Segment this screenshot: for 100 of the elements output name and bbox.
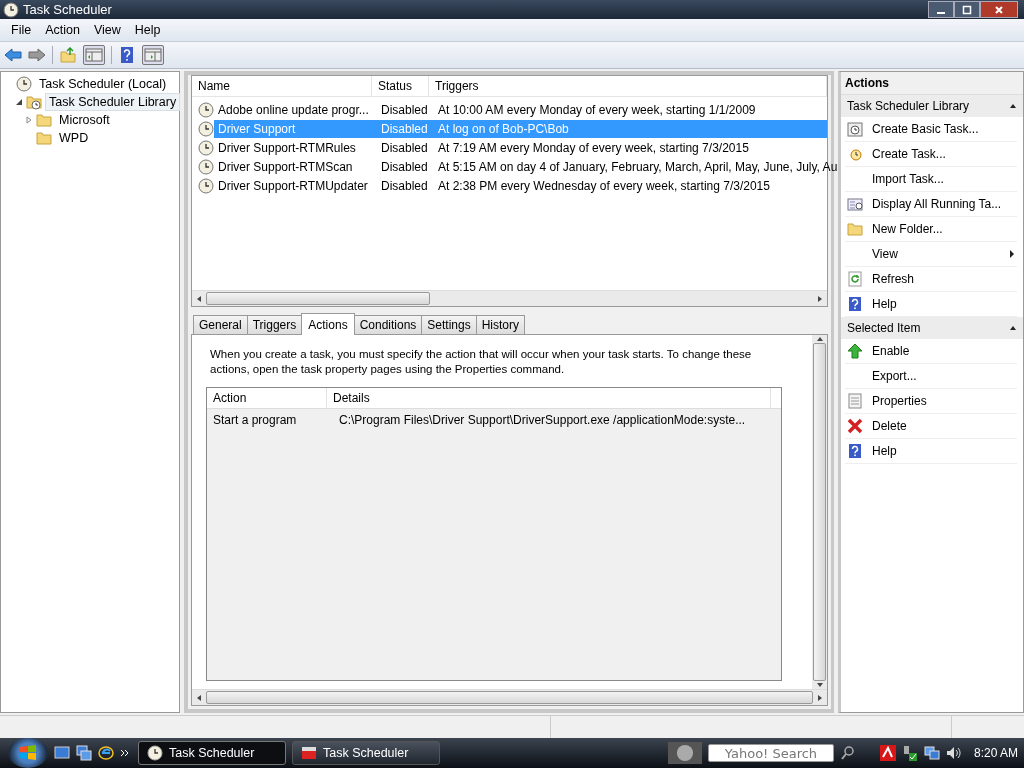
horizontal-scrollbar[interactable] xyxy=(192,689,827,705)
action-item[interactable]: Refresh xyxy=(845,267,1017,292)
start-logo-icon xyxy=(18,743,38,763)
close-button[interactable] xyxy=(980,1,1018,18)
collapse-arrow-icon[interactable] xyxy=(1009,102,1017,110)
action-item[interactable]: Enable xyxy=(845,339,1017,364)
action-item[interactable]: View xyxy=(845,242,1017,267)
clock-icon xyxy=(147,745,163,761)
action-item[interactable]: Export... xyxy=(845,364,1017,389)
show-tree-icon[interactable] xyxy=(83,45,105,65)
document-icon xyxy=(847,393,863,409)
action-item[interactable]: Import Task... xyxy=(845,167,1017,192)
action-item[interactable]: Display All Running Ta... xyxy=(845,192,1017,217)
start-button[interactable] xyxy=(8,738,48,768)
collapse-arrow-icon[interactable] xyxy=(1009,324,1017,332)
action-item[interactable]: Help xyxy=(845,439,1017,464)
help-icon xyxy=(847,296,863,312)
section-title: Task Scheduler Library xyxy=(847,99,970,113)
browser-e-icon[interactable] xyxy=(98,745,114,761)
switch-windows-icon[interactable] xyxy=(76,745,92,761)
action-item[interactable]: Create Task... xyxy=(845,142,1017,167)
clock-icon xyxy=(198,101,214,118)
vertical-scrollbar[interactable] xyxy=(812,335,827,689)
menu-item[interactable]: Action xyxy=(38,23,87,37)
tab[interactable]: Settings xyxy=(421,315,477,334)
refresh-icon xyxy=(847,271,863,287)
clock-icon xyxy=(16,76,32,92)
action-item[interactable]: New Folder... xyxy=(845,217,1017,242)
clock-folder-icon xyxy=(26,94,42,110)
task-status: Disabled xyxy=(381,102,429,117)
task-status: Disabled xyxy=(381,140,429,155)
search-icon[interactable] xyxy=(839,745,856,761)
task-status: Disabled xyxy=(381,178,429,193)
task-name: Driver Support-RTMRules xyxy=(217,140,357,155)
folder-icon xyxy=(36,130,52,146)
action-item[interactable]: Create Basic Task... xyxy=(845,117,1017,142)
task-trigger: At 7:19 AM every Monday of every week, starting 7/3/2015 xyxy=(438,140,750,155)
tree-item[interactable]: Task Scheduler Library xyxy=(45,93,181,111)
forward-arrow-icon[interactable] xyxy=(28,47,46,63)
task-trigger: At 5:15 AM on day 4 of January, February, March, April, May, June, July, Au xyxy=(438,159,838,174)
network-icon[interactable] xyxy=(923,745,940,761)
calendar-clock-icon xyxy=(847,121,863,137)
maximize-icon xyxy=(962,4,972,15)
tab[interactable]: Triggers xyxy=(246,315,303,334)
description-text: When you create a task, you must specify the action that will occur when your task starts. To change these actions, open the task property pages using the Properties command. xyxy=(210,347,753,377)
table-cell-text: Start a program xyxy=(212,413,298,427)
menu-item[interactable]: File xyxy=(4,23,39,37)
taskbar-button[interactable]: Task Scheduler xyxy=(292,741,440,765)
action-item[interactable]: Delete xyxy=(845,414,1017,439)
scroll-right-icon[interactable] xyxy=(816,693,824,702)
task-trigger: At 10:00 AM every Monday of every week, starting 1/1/2009 xyxy=(438,102,757,117)
tab[interactable]: Conditions xyxy=(353,315,423,334)
scroll-left-icon[interactable] xyxy=(195,693,203,702)
scroll-left-icon[interactable] xyxy=(195,294,203,303)
expand-arrow-icon[interactable] xyxy=(25,116,33,124)
clock-icon xyxy=(198,158,214,175)
action-item[interactable]: Properties xyxy=(845,389,1017,414)
section-header[interactable]: Selected Item xyxy=(841,317,1023,339)
minimize-button[interactable] xyxy=(928,1,954,18)
column-header[interactable]: Action xyxy=(207,388,327,408)
folder-up-icon[interactable] xyxy=(59,47,77,63)
task-row[interactable]: Driver Support-RTMUpdater Disabled At 2:38 PM every Wednesday of every week, starting 7/3/2015 xyxy=(214,176,827,195)
submenu-arrow-icon xyxy=(1009,250,1015,258)
horizontal-scrollbar[interactable] xyxy=(192,290,827,306)
column-header[interactable]: Details xyxy=(327,388,771,408)
menu-item[interactable]: View xyxy=(86,23,128,37)
task-name: Driver Support-RTMUpdater xyxy=(217,178,369,193)
tree-item[interactable]: Task Scheduler (Local) xyxy=(35,75,171,93)
help-icon xyxy=(847,443,863,459)
minimize-icon xyxy=(937,11,945,14)
antivirus-icon[interactable] xyxy=(879,745,896,761)
tab[interactable]: General xyxy=(193,315,248,334)
tab[interactable]: History xyxy=(475,315,526,334)
column-header[interactable]: Name xyxy=(192,76,372,96)
maximize-button[interactable] xyxy=(954,1,980,18)
taskbar-button[interactable]: Task Scheduler xyxy=(138,741,286,765)
task-row[interactable]: Driver Support-RTMRules Disabled At 7:19 AM every Monday of every week, starting 7/3/2015 xyxy=(214,138,827,157)
collapse-arrow-icon[interactable] xyxy=(15,98,23,106)
folder-icon xyxy=(847,221,863,237)
scroll-right-icon[interactable] xyxy=(816,294,824,303)
logo-icon[interactable] xyxy=(667,742,702,764)
tab[interactable]: Actions xyxy=(301,313,355,335)
search-field[interactable]: Yahoo! Search xyxy=(707,744,834,762)
task-status: Disabled xyxy=(381,121,429,136)
checkmark-icon[interactable] xyxy=(901,745,918,761)
window-title: Task Scheduler xyxy=(23,2,112,17)
menu-item[interactable]: Help xyxy=(127,23,168,37)
tree-item[interactable]: WPD xyxy=(55,129,93,147)
speaker-icon[interactable] xyxy=(945,745,962,761)
task-name: Adobe online update progr... xyxy=(217,102,370,117)
tree-item[interactable]: Microsoft xyxy=(55,111,114,129)
back-arrow-icon[interactable] xyxy=(4,47,22,63)
task-row[interactable]: Adobe online update progr... Disabled At 10:00 AM every Monday of every week, starting 1/1/2009 xyxy=(214,100,827,119)
column-header[interactable]: Status xyxy=(372,76,429,96)
desktop-icon[interactable] xyxy=(54,745,70,761)
help-icon[interactable] xyxy=(118,47,136,63)
column-header[interactable]: Triggers xyxy=(429,76,827,96)
section-header[interactable]: Task Scheduler Library xyxy=(841,95,1023,117)
show-pane-icon[interactable] xyxy=(142,45,164,65)
up-arrow-icon xyxy=(847,343,863,359)
